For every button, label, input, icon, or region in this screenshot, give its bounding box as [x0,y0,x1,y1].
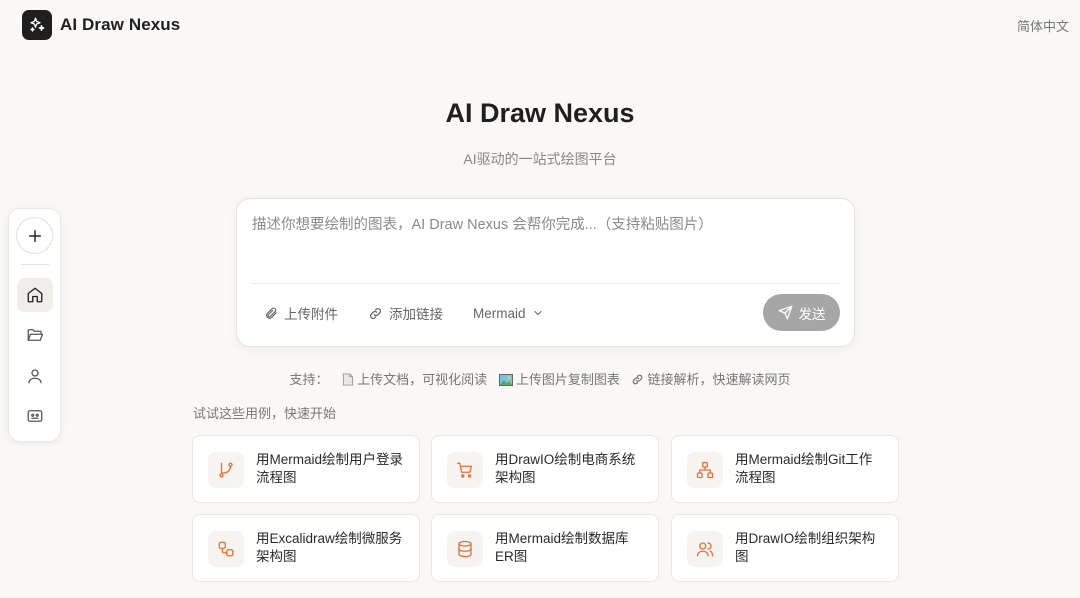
send-label: 发送 [798,306,826,322]
cart-icon [447,452,483,488]
prompt-box: 上传附件 添加链接 Mermaid 发送 [236,198,855,347]
users-icon [687,531,723,567]
chevron-down-icon [533,310,542,316]
image-icon [498,374,513,386]
examples-label: 试试这些用例，快速开始 [193,406,337,421]
example-card-text: 用Excalidraw绘制微服务架构图 [256,531,403,564]
example-card-git-workflow[interactable]: 用Mermaid绘制Git工作流程图 [671,435,899,503]
folder-open-icon [27,329,44,341]
example-card-text: 用Mermaid绘制Git工作流程图 [735,452,873,485]
sidebar-item-projects[interactable] [17,318,53,352]
sidebar-divider [21,264,49,265]
sidebar-item-home[interactable] [17,278,53,312]
send-button[interactable]: 发送 [763,294,840,331]
app-logo[interactable]: AI Draw Nexus [22,10,180,40]
bot-icon [27,410,43,422]
document-icon [343,373,354,386]
example-card-text: 用Mermaid绘制数据库ER图 [495,531,629,564]
link-icon [370,307,381,319]
plus-icon [28,229,41,242]
sparkles-icon [22,10,52,40]
page-title: AI Draw Nexus [445,98,635,128]
send-icon [778,305,792,320]
database-icon [447,531,483,567]
example-card-ecommerce[interactable]: 用DrawIO绘制电商系统架构图 [431,435,659,503]
example-card-microservices[interactable]: 用Excalidraw绘制微服务架构图 [192,514,420,582]
supports-row: 支持： 上传文档，可视化阅读 上传图片复制图表 链接解析，快速解读网页 [0,369,1080,388]
example-card-text: 用DrawIO绘制组织架构图 [735,531,876,564]
workflow-icon [208,531,244,567]
example-card-text: 用Mermaid绘制用户登录流程图 [256,452,404,485]
support-item-image: 上传图片复制图表 [498,372,624,387]
support-item-document: 上传文档，可视化阅读 [342,372,491,387]
paperclip-icon [266,307,277,319]
sidebar-item-models[interactable] [17,399,53,433]
prompt-divider [252,283,840,284]
supports-label: 支持： [289,372,329,387]
home-icon [27,287,43,303]
sidebar [8,208,61,442]
git-branch-icon [208,452,244,488]
new-chat-button[interactable] [16,217,53,254]
add-link-label: 添加链接 [389,307,443,322]
example-card-text: 用DrawIO绘制电商系统架构图 [495,452,636,485]
language-switcher[interactable]: 简体中文 [1017,16,1069,35]
upload-attachment-label: 上传附件 [284,307,338,322]
add-link-button[interactable]: 添加链接 [368,303,443,323]
network-icon [687,452,723,488]
prompt-input[interactable] [252,213,842,263]
example-card-login-flow[interactable]: 用Mermaid绘制用户登录流程图 [192,435,420,503]
example-card-org-chart[interactable]: 用DrawIO绘制组织架构图 [671,514,899,582]
upload-attachment-button[interactable]: 上传附件 [264,303,338,323]
support-item-link: 链接解析，快速解读网页 [631,372,790,387]
engine-select-value: Mermaid [473,305,526,321]
app-name: AI Draw Nexus [60,15,181,34]
example-card-er-diagram[interactable]: 用Mermaid绘制数据库ER图 [431,514,659,582]
link-icon [633,374,643,385]
page-subtitle: AI驱动的一站式绘图平台 [463,151,617,167]
engine-select[interactable]: Mermaid [473,303,550,323]
